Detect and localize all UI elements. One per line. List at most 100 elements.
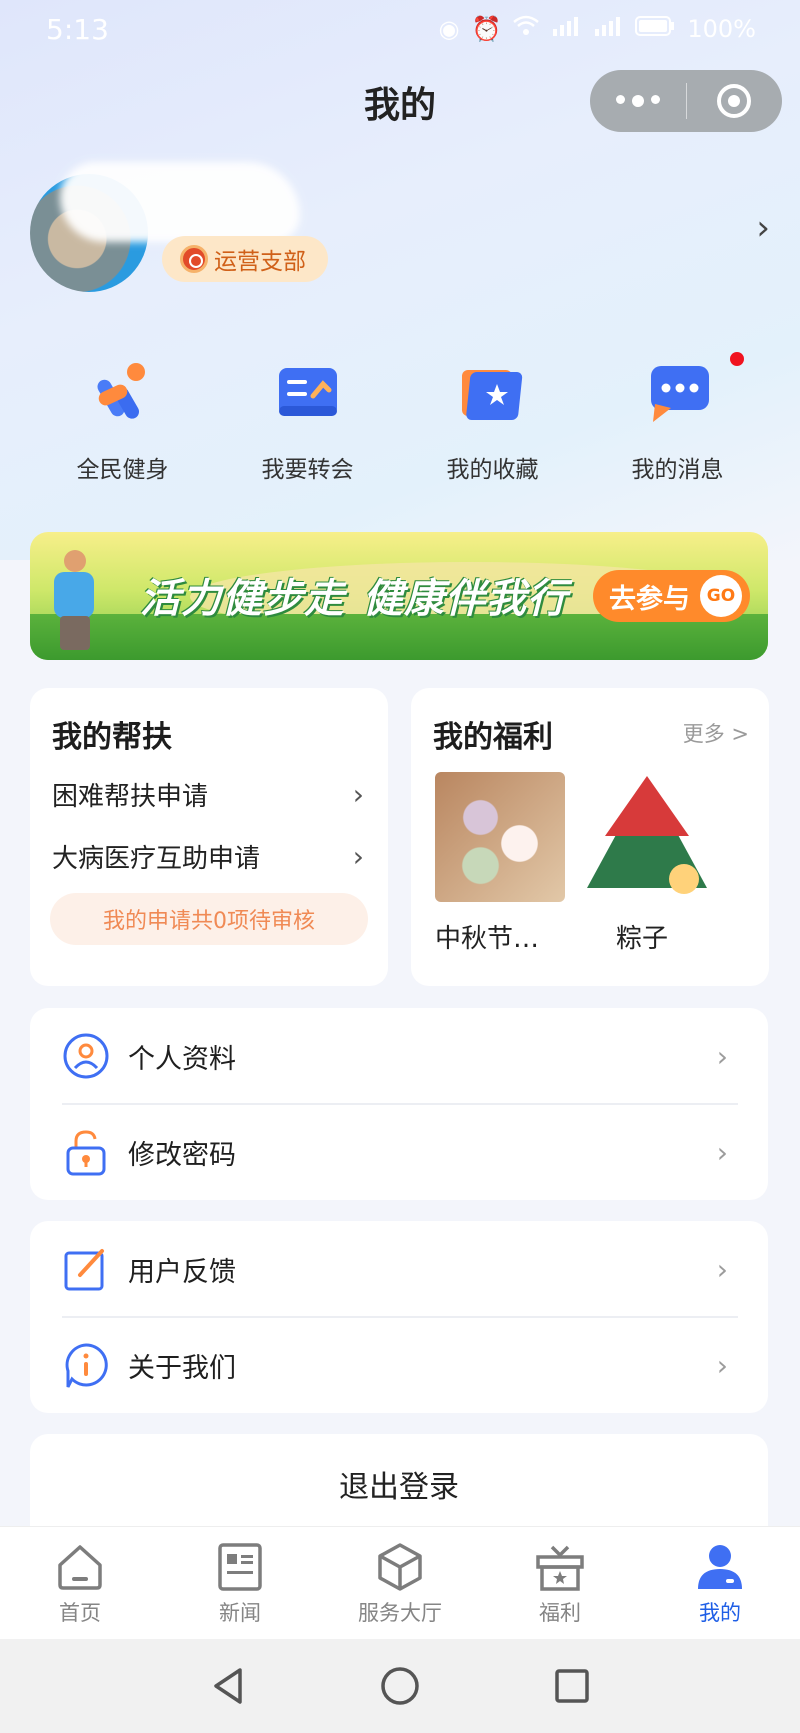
banner-slogan-2: 健康伴我行 xyxy=(363,576,568,622)
help-item-label: 困难帮扶申请 xyxy=(52,782,209,812)
edit-icon xyxy=(62,1245,110,1293)
mooncake-image xyxy=(435,772,565,902)
status-bar: 5:13 ◉ ⏰ 100% xyxy=(0,0,800,58)
welfare-item-name: 中秋节… xyxy=(435,924,540,954)
tab-label: 首页 xyxy=(59,1601,101,1625)
battery-percent: 100% xyxy=(687,15,756,43)
miniapp-capsule xyxy=(590,70,782,132)
welfare-goods: 中秋节… 粽子 xyxy=(435,772,725,955)
lock-icon xyxy=(62,1128,110,1176)
union-emblem-icon xyxy=(180,245,208,273)
banner-slogan: 活力健步走 健康伴我行 xyxy=(140,566,568,624)
status-time: 5:13 xyxy=(46,12,109,46)
profile-header[interactable]: 运营支部 › xyxy=(30,162,770,300)
chevron-right-icon: › xyxy=(716,1135,728,1169)
transfer-icon xyxy=(275,360,341,426)
bottom-tab-bar: 首页 新闻 服务大厅 福利 我的 xyxy=(0,1527,800,1639)
system-navigation-bar xyxy=(0,1639,800,1733)
department-badge: 运营支部 xyxy=(162,236,328,282)
welfare-item-zongzi[interactable]: 粽子 xyxy=(577,772,707,955)
more-link[interactable]: 更多 > xyxy=(683,718,749,748)
support-menu: 用户反馈 › 关于我们 › xyxy=(30,1221,768,1413)
wifi-icon xyxy=(513,15,540,43)
signal-icon xyxy=(551,15,581,43)
quick-action-label: 我要转会 xyxy=(261,457,354,483)
tab-service-hall[interactable]: 服务大厅 xyxy=(320,1527,480,1639)
signal-icon-2 xyxy=(593,15,623,43)
menu-label: 个人资料 xyxy=(128,1043,236,1075)
banner-slogan-1: 活力健步走 xyxy=(140,576,345,622)
hardship-aid-application[interactable]: 困难帮扶申请 › xyxy=(52,776,364,813)
department-label: 运营支部 xyxy=(214,249,306,275)
quick-action-label: 我的收藏 xyxy=(446,457,539,483)
unread-dot xyxy=(730,352,744,366)
title-bar: 我的 xyxy=(0,68,800,132)
fitness-icon xyxy=(90,360,156,426)
chevron-right-icon: › xyxy=(352,840,364,873)
favorites-icon xyxy=(460,360,526,426)
tab-label: 福利 xyxy=(539,1601,581,1625)
tab-label: 服务大厅 xyxy=(358,1601,442,1625)
join-button-label: 去参与 xyxy=(609,583,690,615)
tab-home[interactable]: 首页 xyxy=(0,1527,160,1639)
change-password-item[interactable]: 修改密码 › xyxy=(62,1104,738,1200)
welfare-item-mooncake[interactable]: 中秋节… xyxy=(435,772,565,955)
tab-label: 我的 xyxy=(699,1601,741,1625)
close-miniapp-button[interactable] xyxy=(687,70,783,132)
gift-box-icon xyxy=(534,1541,586,1593)
my-help-card: 我的帮扶 困难帮扶申请 › 大病医疗互助申请 › 我的申请共0项待审核 xyxy=(30,688,388,986)
target-icon xyxy=(717,84,752,118)
quick-actions: 全民健身 我要转会 我的收藏 我的消息 xyxy=(30,352,770,484)
chevron-right-icon: › xyxy=(716,1252,728,1286)
more-dots-icon xyxy=(615,95,660,107)
welfare-item-name: 粽子 xyxy=(615,924,668,954)
more-menu-button[interactable] xyxy=(590,70,686,132)
pending-applications-status[interactable]: 我的申请共0项待审核 xyxy=(50,893,368,945)
quick-action-transfer[interactable]: 我要转会 xyxy=(215,360,400,484)
runner-illustration xyxy=(50,550,100,650)
about-us-item[interactable]: 关于我们 › xyxy=(62,1317,738,1413)
zongzi-image xyxy=(577,772,707,902)
eye-icon: ◉ xyxy=(438,15,460,43)
quick-action-favorites[interactable]: 我的收藏 xyxy=(400,360,585,484)
menu-label: 用户反馈 xyxy=(128,1256,236,1288)
user-icon xyxy=(694,1541,746,1593)
help-item-label: 大病医疗互助申请 xyxy=(52,844,261,874)
alarm-icon: ⏰ xyxy=(471,15,502,43)
go-badge: GO xyxy=(700,575,742,617)
quick-action-fitness[interactable]: 全民健身 xyxy=(30,360,215,484)
feedback-item[interactable]: 用户反馈 › xyxy=(62,1221,738,1317)
chevron-right-icon: › xyxy=(716,1039,728,1073)
chevron-right-icon: › xyxy=(716,1348,728,1382)
quick-action-label: 我的消息 xyxy=(631,457,724,483)
join-button[interactable]: 去参与 GO xyxy=(593,570,750,622)
battery-icon xyxy=(635,15,675,43)
card-title: 我的帮扶 xyxy=(52,720,172,755)
recents-square-icon[interactable] xyxy=(550,1664,594,1708)
logout-button[interactable]: 退出登录 xyxy=(30,1434,768,1534)
tab-news[interactable]: 新闻 xyxy=(160,1527,320,1639)
info-icon xyxy=(62,1341,110,1389)
chevron-right-icon[interactable]: › xyxy=(756,208,770,248)
walking-campaign-banner[interactable]: 活力健步走 健康伴我行 去参与 GO xyxy=(30,532,768,660)
username-redacted xyxy=(60,162,300,242)
messages-icon xyxy=(645,360,711,426)
home-circle-icon[interactable] xyxy=(378,1664,422,1708)
personal-info-item[interactable]: 个人资料 › xyxy=(62,1008,738,1104)
tab-welfare[interactable]: 福利 xyxy=(480,1527,640,1639)
account-menu: 个人资料 › 修改密码 › xyxy=(30,1008,768,1200)
chevron-right-icon: › xyxy=(352,778,364,811)
menu-label: 关于我们 xyxy=(128,1352,236,1384)
quick-action-messages[interactable]: 我的消息 xyxy=(585,352,770,484)
card-title: 我的福利 xyxy=(433,720,553,755)
tab-label: 新闻 xyxy=(219,1601,261,1625)
news-icon xyxy=(214,1541,266,1593)
status-icons: ◉ ⏰ 100% xyxy=(439,15,756,43)
medical-mutual-aid-application[interactable]: 大病医疗互助申请 › xyxy=(52,838,364,875)
user-profile-icon xyxy=(62,1032,110,1080)
menu-label: 修改密码 xyxy=(128,1139,236,1171)
home-icon xyxy=(54,1541,106,1593)
back-icon[interactable] xyxy=(206,1664,250,1708)
quick-action-label: 全民健身 xyxy=(76,457,169,483)
tab-mine[interactable]: 我的 xyxy=(640,1527,800,1639)
